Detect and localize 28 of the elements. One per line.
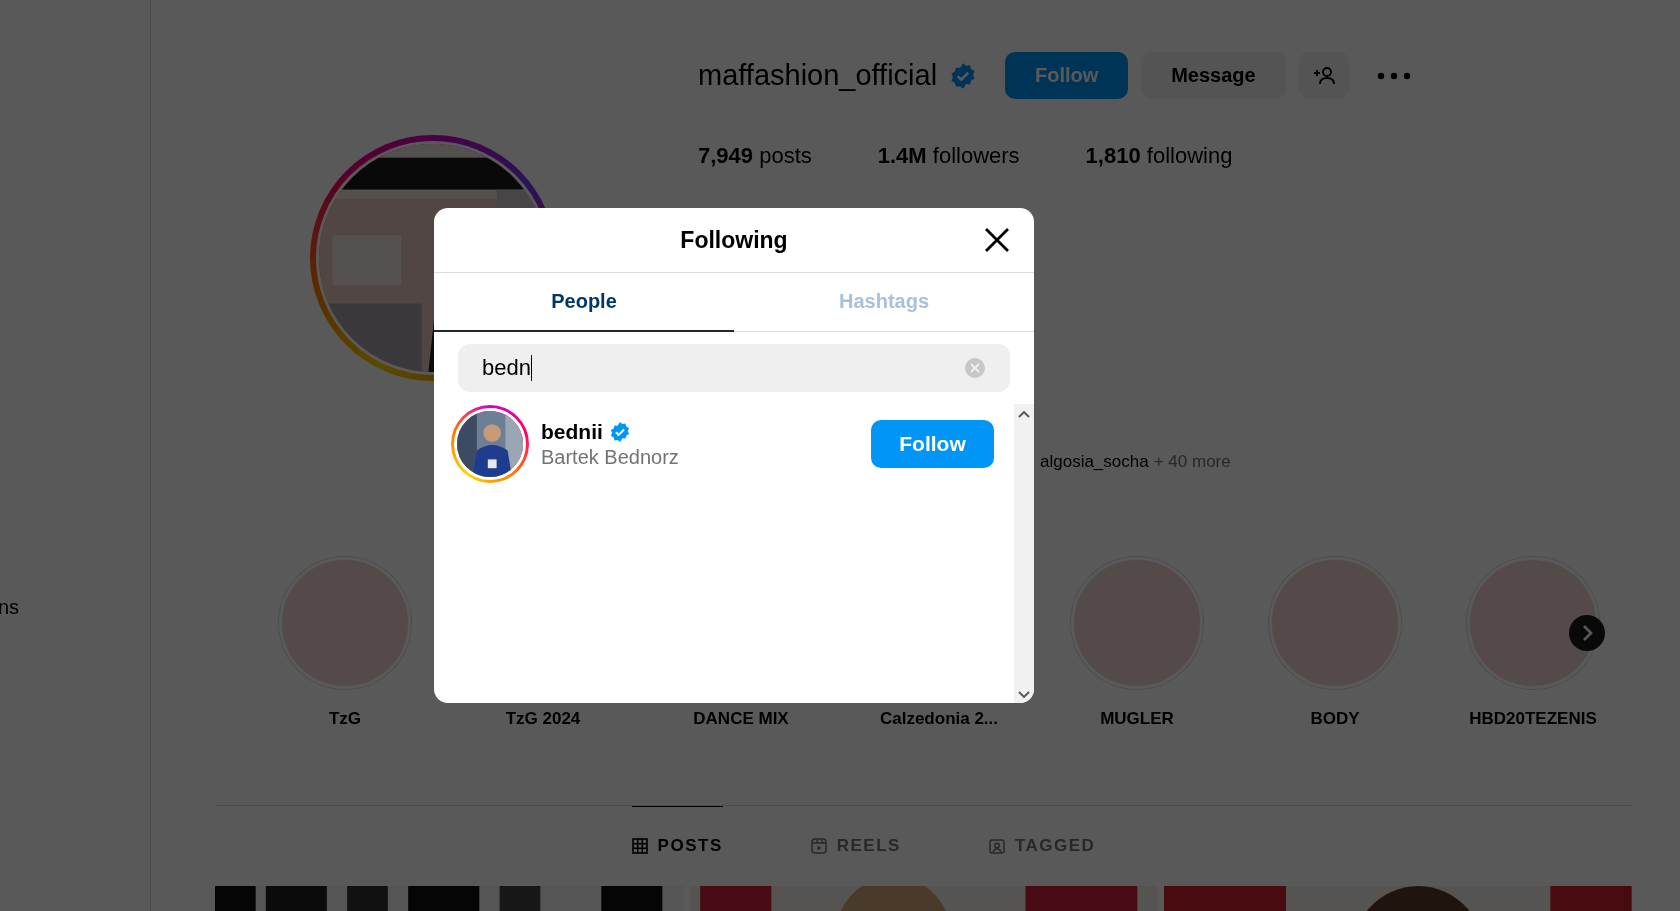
follow-button[interactable]: Follow (1005, 52, 1129, 99)
story-highlight[interactable]: MUGLER (1038, 557, 1236, 805)
result-full-name: Bartek Bednorz (541, 445, 679, 469)
tagged-icon (988, 838, 1005, 854)
suggest-button[interactable] (1298, 52, 1349, 99)
sidebar-item[interactable]: ns (0, 596, 20, 619)
profile-stat[interactable]: 1,810 following (1085, 143, 1233, 169)
close-icon[interactable] (984, 227, 1010, 253)
more-options-icon[interactable] (1376, 71, 1411, 80)
grid-icon (631, 838, 648, 854)
story-highlight[interactable]: BODY (1236, 557, 1434, 805)
dialog-title: Following (680, 226, 788, 254)
story-highlight[interactable]: TzG (246, 557, 444, 805)
reels-icon (810, 838, 827, 854)
scrollbar[interactable] (1014, 404, 1034, 703)
follow-button[interactable]: Follow (871, 420, 994, 468)
dialog-tab[interactable]: Hashtags (734, 273, 1034, 332)
dialog-tab[interactable]: People (434, 273, 734, 332)
scroll-down-icon[interactable] (1018, 691, 1030, 699)
search-field[interactable]: bedn (458, 344, 1010, 392)
profile-username: maffashion_official (698, 59, 938, 92)
message-button[interactable]: Message (1141, 52, 1286, 99)
followed-by-name[interactable]: algosia_socha (1040, 452, 1149, 471)
story-highlight[interactable]: HBD20TEZENIS (1434, 557, 1632, 805)
result-username[interactable]: bednii (541, 419, 603, 444)
profile-stat[interactable]: 7,949 posts (698, 143, 812, 169)
profile-stat[interactable]: 1.4M followers (877, 143, 1020, 169)
scroll-up-icon[interactable] (1018, 410, 1030, 418)
